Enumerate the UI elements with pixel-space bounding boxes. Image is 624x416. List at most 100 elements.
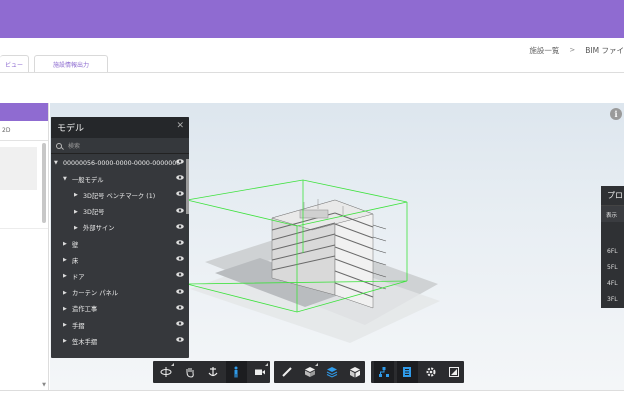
visibility-eye-icon[interactable] <box>176 207 184 213</box>
model-tree-row[interactable]: ▼ 00000056-0000-0000-0000-0000000 <box>51 155 189 171</box>
visibility-eye-icon[interactable] <box>176 321 184 326</box>
camera-button[interactable] <box>250 361 270 383</box>
model-tree-label: 床 <box>72 257 79 265</box>
model-tree-label: 3D記号 <box>83 209 105 217</box>
visibility-eye-icon[interactable] <box>176 175 184 180</box>
expand-down-icon[interactable]: ▼ <box>63 176 72 182</box>
model-tree-row[interactable]: ▼ 一般モデル <box>51 171 189 187</box>
model-tree-row[interactable]: ▶ カーテン パネル <box>51 285 189 301</box>
tab-2d[interactable]: 2D <box>0 121 48 141</box>
model-tree-row[interactable]: ▶ 笠木手摺 <box>51 333 189 349</box>
left-panel-selected-item[interactable] <box>0 147 37 190</box>
tab-bar: ビュー 施設情報出力 <box>0 55 108 72</box>
visibility-eye-icon[interactable] <box>176 304 184 310</box>
tab-facility-export[interactable]: 施設情報出力 <box>34 55 108 72</box>
expand-right-icon[interactable]: ▶ <box>74 225 83 231</box>
layers-button[interactable] <box>323 361 343 383</box>
model-tree-label: ドア <box>72 273 85 281</box>
tab-view[interactable]: ビュー <box>0 55 29 72</box>
properties-panel: プロ 表示 6FL 5FL 4FL 3FL <box>601 186 624 308</box>
breadcrumb-separator: > <box>569 46 576 54</box>
model-tree-icon <box>379 367 390 377</box>
model-tree-row[interactable]: ▶ ドア <box>51 268 189 284</box>
model-search-input[interactable]: 検索 <box>51 138 189 154</box>
model-tree-label: 一般モデル <box>72 176 104 184</box>
properties-panel-title: プロ <box>601 186 624 206</box>
model-tree-row[interactable]: ▶ 床 <box>51 252 189 268</box>
anchor-icon <box>208 367 218 377</box>
settings-button[interactable] <box>421 361 441 383</box>
visibility-eye-icon[interactable] <box>176 256 184 261</box>
orbit-icon <box>160 367 172 377</box>
tab-divider <box>0 72 624 73</box>
model-tree-label: 手摺 <box>72 322 85 330</box>
measure-button[interactable] <box>277 361 297 383</box>
floor-5fl[interactable]: 5FL <box>607 264 618 271</box>
expand-right-icon[interactable]: ▶ <box>63 273 72 279</box>
anchor-button[interactable] <box>203 361 223 383</box>
left-panel: 2D ▼ <box>0 103 49 390</box>
tools-toolbar <box>274 361 365 383</box>
expand-right-icon[interactable]: ▶ <box>63 322 72 328</box>
info-icon[interactable]: i <box>610 108 622 120</box>
model-tree-label: 00000056-0000-0000-0000-0000000 <box>63 159 181 167</box>
model-tree-row[interactable]: ▶ 3D記号 ベンチマーク (1) <box>51 187 189 203</box>
model-tree-label: 壁 <box>72 241 79 249</box>
breadcrumb-facility-list[interactable]: 施設一覧 <box>529 45 559 56</box>
expand-right-icon[interactable]: ▶ <box>63 306 72 312</box>
pan-button[interactable] <box>179 361 199 383</box>
visibility-eye-icon[interactable] <box>176 223 184 229</box>
divider <box>0 228 48 229</box>
expand-right-icon[interactable]: ▶ <box>63 290 72 296</box>
model-tree-label: カーテン パネル <box>72 290 119 298</box>
visibility-eye-icon[interactable] <box>176 191 184 197</box>
model-tree-button[interactable] <box>374 361 395 383</box>
model-tree-label: 外部サイン <box>83 225 115 233</box>
first-person-button[interactable] <box>226 361 247 383</box>
cube-icon <box>350 367 361 378</box>
scroll-down-icon[interactable]: ▼ <box>42 382 46 388</box>
close-icon[interactable]: ✕ <box>176 121 184 131</box>
visibility-eye-icon[interactable] <box>176 272 184 278</box>
search-icon <box>56 142 62 149</box>
properties-display-label: 表示 <box>601 206 624 222</box>
scrollbar[interactable] <box>186 159 189 214</box>
left-panel-header <box>0 103 48 121</box>
panels-toolbar <box>371 361 464 383</box>
fullscreen-button[interactable] <box>444 361 464 383</box>
navigation-toolbar <box>153 361 270 383</box>
fullscreen-icon <box>448 367 459 377</box>
expand-right-icon[interactable]: ▶ <box>63 241 72 247</box>
breadcrumb-bim-file: BIM ファイ <box>585 45 624 55</box>
model-browser-panel: モデル ✕ 検索 ▼ 00000056-0000-0000-0000-000000… <box>51 117 189 358</box>
expand-right-icon[interactable]: ▶ <box>63 338 72 344</box>
visibility-eye-icon[interactable] <box>176 159 184 164</box>
model-tree-row[interactable]: ▶ 手摺 <box>51 317 189 333</box>
floor-4fl[interactable]: 4FL <box>607 280 618 287</box>
bottom-divider <box>0 390 624 391</box>
orbit-button[interactable] <box>156 361 176 383</box>
model-tree-label: 造作工事 <box>72 306 98 314</box>
visibility-eye-icon[interactable] <box>176 240 184 245</box>
model-panel-title: モデル <box>51 117 189 138</box>
model-tree-row[interactable]: ▶ 外部サイン <box>51 220 189 236</box>
settings-icon <box>426 367 436 377</box>
section-icon <box>304 367 315 377</box>
scrollbar[interactable] <box>42 143 46 223</box>
model-tree-row[interactable]: ▶ 壁 <box>51 236 189 252</box>
breadcrumb: 施設一覧 > BIM ファイ <box>529 43 624 57</box>
visibility-eye-icon[interactable] <box>176 288 184 294</box>
expand-right-icon[interactable]: ▶ <box>74 209 83 215</box>
floor-3fl[interactable]: 3FL <box>607 296 618 303</box>
properties-button[interactable] <box>397 361 418 383</box>
person-icon <box>234 366 238 378</box>
section-button[interactable] <box>300 361 320 383</box>
expand-down-icon[interactable]: ▼ <box>54 160 63 166</box>
model-tree-row[interactable]: ▶ 造作工事 <box>51 301 189 317</box>
floor-6fl[interactable]: 6FL <box>607 248 618 255</box>
visibility-eye-icon[interactable] <box>176 337 184 342</box>
expand-right-icon[interactable]: ▶ <box>63 257 72 263</box>
model-tree-row[interactable]: ▶ 3D記号 <box>51 204 189 220</box>
expand-right-icon[interactable]: ▶ <box>74 192 83 198</box>
cube-button[interactable] <box>345 361 365 383</box>
